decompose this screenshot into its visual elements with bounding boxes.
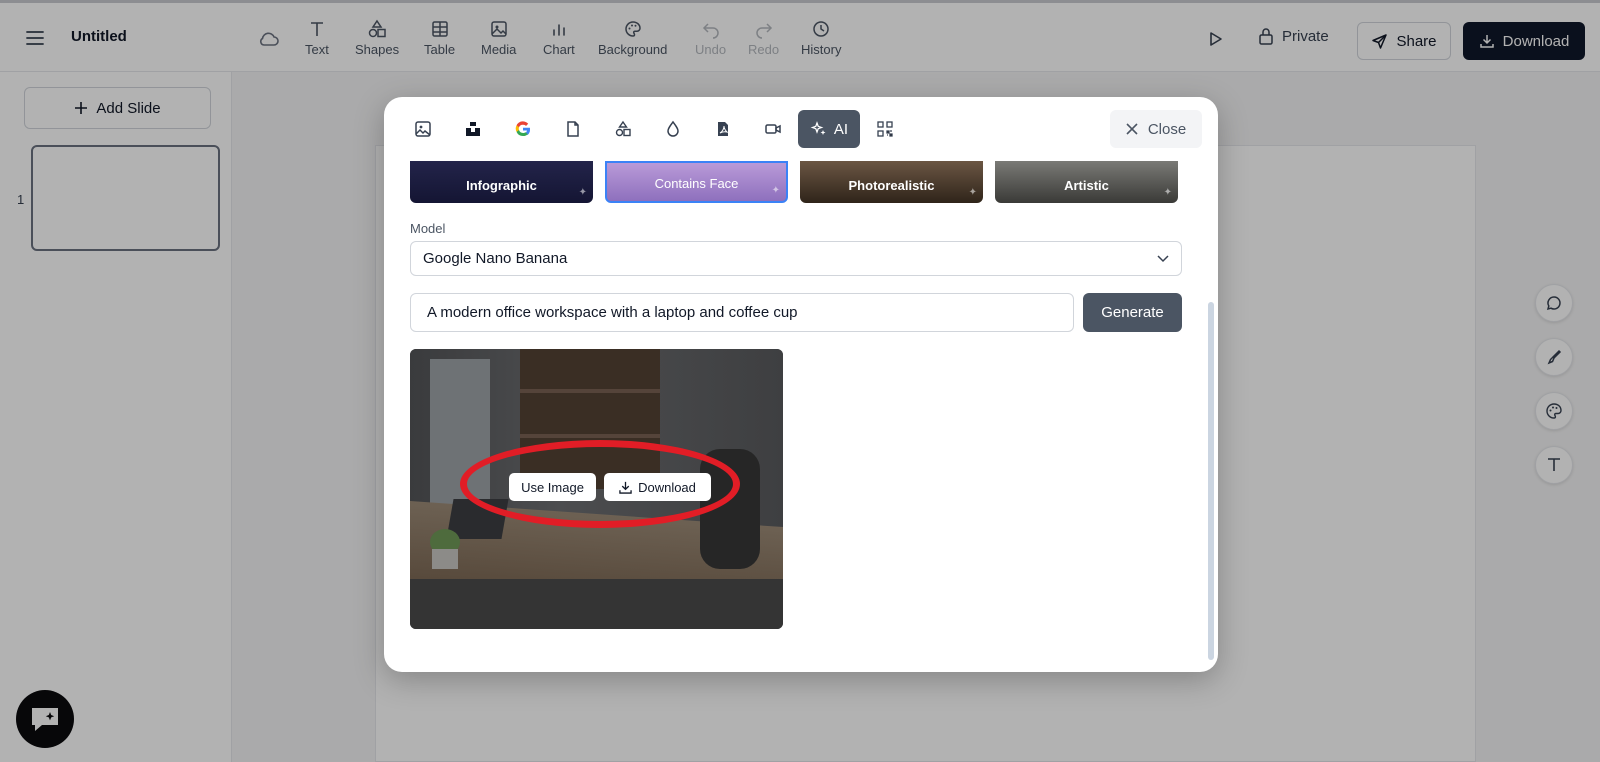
- image-shelf: [520, 389, 660, 393]
- model-selected-value: Google Nano Banana: [423, 250, 568, 267]
- style-card-contains-face[interactable]: Contains Face ✦: [605, 161, 788, 203]
- pdf-icon: [718, 122, 729, 136]
- sparkle-icon: ✦: [578, 187, 587, 198]
- style-card-label: Photorealistic: [848, 178, 935, 193]
- model-select[interactable]: Google Nano Banana: [410, 241, 1182, 276]
- tab-ai[interactable]: AI: [798, 110, 860, 148]
- google-icon: [515, 121, 531, 137]
- sparkles-icon: [810, 121, 826, 135]
- prompt-input[interactable]: [410, 293, 1074, 332]
- tab-google[interactable]: [498, 110, 548, 148]
- tab-file[interactable]: [548, 110, 598, 148]
- model-label: Model: [410, 221, 446, 236]
- close-label: Close: [1147, 120, 1187, 138]
- tab-upload-image[interactable]: [398, 110, 448, 148]
- style-card-label: Artistic: [1064, 178, 1109, 193]
- style-card-label: Infographic: [466, 178, 537, 193]
- media-source-tabs: AI: [384, 97, 1218, 161]
- unsplash-icon: [466, 122, 480, 136]
- sparkle-icon: ✦: [1163, 187, 1172, 198]
- insert-media-dialog: AI Close Infographic ✦ Contains Face ✦ P…: [384, 97, 1218, 672]
- tab-unsplash[interactable]: [448, 110, 498, 148]
- file-icon: [567, 121, 579, 137]
- style-card-photorealistic[interactable]: Photorealistic ✦: [800, 161, 983, 203]
- chevron-down-icon: [1157, 254, 1169, 262]
- tab-ai-label: AI: [833, 120, 849, 138]
- tab-qr-code[interactable]: [860, 110, 910, 148]
- annotation-highlight-ring: [460, 440, 740, 528]
- tab-video[interactable]: [748, 110, 798, 148]
- tab-shapes[interactable]: [598, 110, 648, 148]
- close-icon: [1126, 123, 1138, 135]
- image-floor: [410, 579, 783, 629]
- tab-pdf[interactable]: [698, 110, 748, 148]
- drop-icon: [667, 120, 679, 137]
- qr-code-icon: [877, 121, 893, 137]
- style-card-label: Contains Face: [654, 176, 739, 191]
- image-pot: [432, 549, 458, 569]
- video-icon: [765, 124, 781, 134]
- generate-button[interactable]: Generate: [1083, 293, 1182, 332]
- style-card-artistic[interactable]: Artistic ✦: [995, 161, 1178, 203]
- sparkle-icon: ✦: [771, 185, 780, 196]
- image-icon: [415, 121, 431, 137]
- close-dialog-button[interactable]: Close: [1110, 110, 1202, 148]
- sparkle-icon: ✦: [968, 187, 977, 198]
- style-card-infographic[interactable]: Infographic ✦: [410, 161, 593, 203]
- image-shelf: [520, 434, 660, 438]
- dialog-scrollbar[interactable]: [1208, 302, 1214, 660]
- style-presets: Infographic ✦ Contains Face ✦ Photoreali…: [410, 161, 1178, 203]
- tab-drop[interactable]: [648, 110, 698, 148]
- shapes-icon: [615, 120, 631, 137]
